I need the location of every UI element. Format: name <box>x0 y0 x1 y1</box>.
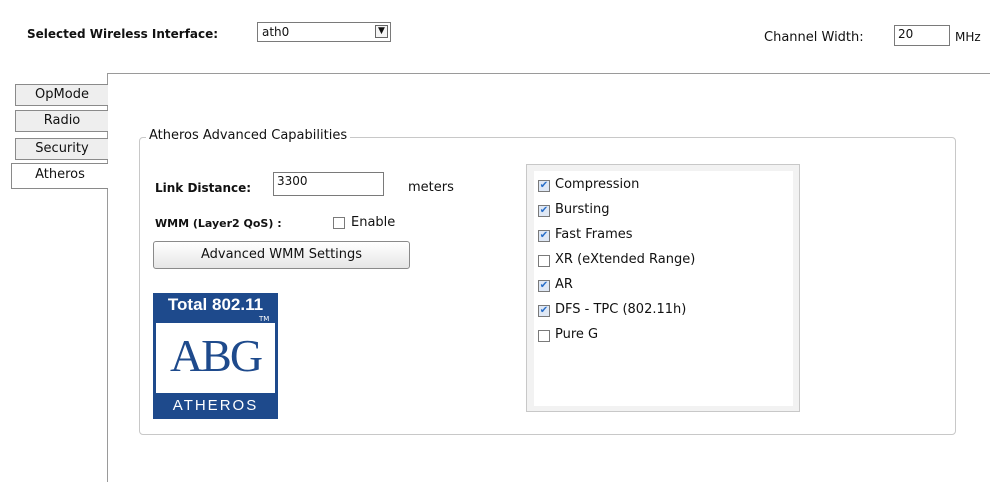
link-distance-unit: meters <box>408 180 454 195</box>
channel-width-unit: MHz <box>955 30 981 44</box>
interface-select[interactable]: ath0 ▼ <box>257 22 391 42</box>
capability-label: XR (eXtended Range) <box>555 252 696 267</box>
wmm-enable-label: Enable <box>351 215 396 230</box>
channel-width-label: Channel Width: <box>764 30 864 45</box>
interface-select-value: ath0 <box>262 25 290 39</box>
capability-label: Compression <box>555 177 640 192</box>
tab-panel-top-border <box>107 73 990 74</box>
chevron-down-icon[interactable]: ▼ <box>375 25 388 38</box>
interface-label: Selected Wireless Interface: <box>27 27 219 41</box>
xr-checkbox[interactable] <box>538 255 550 267</box>
advanced-wmm-settings-button[interactable]: Advanced WMM Settings <box>153 241 410 269</box>
tab-radio[interactable]: Radio <box>15 110 108 132</box>
capability-label: Pure G <box>555 327 599 342</box>
fast-frames-checkbox[interactable]: ✔ <box>538 230 550 242</box>
link-distance-input[interactable]: 3300 <box>273 172 384 196</box>
logo-tm: TM <box>259 315 270 323</box>
logo-main-text: ABG <box>169 330 263 381</box>
wmm-label: WMM (Layer2 QoS) : <box>155 217 282 230</box>
tab-atheros[interactable]: Atheros <box>11 163 108 189</box>
logo-bottom-text: ATHEROS <box>172 397 259 414</box>
dfs-tpc-checkbox[interactable]: ✔ <box>538 305 550 317</box>
capability-label: Bursting <box>555 202 610 217</box>
ar-checkbox[interactable]: ✔ <box>538 280 550 292</box>
capability-label: Fast Frames <box>555 227 633 242</box>
channel-width-input[interactable]: 20 <box>894 25 950 46</box>
link-distance-label: Link Distance: <box>155 181 252 195</box>
tab-opmode[interactable]: OpMode <box>15 84 108 106</box>
interface-bar: Selected Wireless Interface: ath0 ▼ Chan… <box>0 0 990 70</box>
group-title: Atheros Advanced Capabilities <box>146 128 351 143</box>
pure-g-checkbox[interactable] <box>538 330 550 342</box>
compression-checkbox[interactable]: ✔ <box>538 180 550 192</box>
wmm-enable-checkbox[interactable] <box>333 217 345 229</box>
tab-panel-left-border <box>107 73 108 482</box>
capability-label: AR <box>555 277 573 292</box>
atheros-abg-logo: Total 802.11 TM ABG ATHEROS <box>153 293 278 419</box>
logo-top-text: Total 802.11 <box>167 295 264 314</box>
bursting-checkbox[interactable]: ✔ <box>538 205 550 217</box>
capability-label: DFS - TPC (802.11h) <box>555 302 687 317</box>
tab-security[interactable]: Security <box>15 138 108 160</box>
